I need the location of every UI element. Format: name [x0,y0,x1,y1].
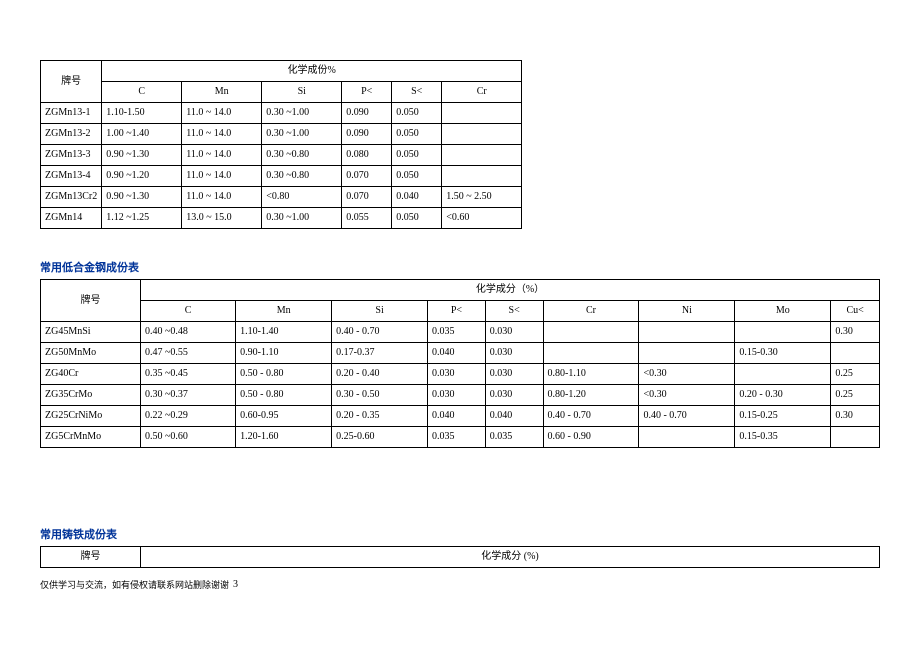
col-si: Si [262,82,342,103]
table-row: ZGMn13-40.90 ~1.2011.0 ~ 14.00.30 ~0.800… [41,166,522,187]
col-ni: Ni [639,301,735,322]
table-row: ZG45MnSi0.40 ~0.481.10-1.400.40 - 0.700.… [41,322,880,343]
col-s: S< [485,301,543,322]
col-mo: Mo [735,301,831,322]
col-p: P< [342,82,392,103]
col-cu: Cu< [831,301,880,322]
col-c: C [102,82,182,103]
table-row: ZG50MnMo0.47 ~0.550.90-1.100.17-0.370.04… [41,343,880,364]
page-number: 3 [233,579,238,590]
col-chem: 化学成份% [102,61,522,82]
col-s: S< [392,82,442,103]
section-title-low-alloy: 常用低合金钢成份表 [40,259,880,275]
col-grade: 牌号 [41,61,102,103]
col-c: C [141,301,236,322]
footer: 仅供学习与交流，如有侵权请联系网站删除谢谢 3 [40,578,880,591]
table-row: ZGMn13-30.90 ~1.3011.0 ~ 14.00.30 ~0.800… [41,145,522,166]
col-chem: 化学成分 (%) [141,547,880,568]
table-row: ZGMn13-11.10-1.5011.0 ~ 14.00.30 ~1.000.… [41,103,522,124]
col-mn: Mn [182,82,262,103]
col-grade: 牌号 [41,547,141,568]
col-mn: Mn [236,301,332,322]
mn-steel-composition-table: 牌号 化学成份% C Mn Si P< S< Cr ZGMn13-11.10-1… [40,60,522,229]
col-grade: 牌号 [41,280,141,322]
table-row: ZGMn141.12 ~1.2513.0 ~ 15.00.30 ~1.000.0… [41,208,522,229]
table-row: ZG35CrMo0.30 ~0.370.50 - 0.800.30 - 0.50… [41,385,880,406]
col-p: P< [428,301,486,322]
table-row: ZGMn13-21.00 ~1.4011.0 ~ 14.00.30 ~1.000… [41,124,522,145]
table-row: ZG5CrMnMo0.50 ~0.601.20-1.600.25-0.600.0… [41,427,880,448]
low-alloy-steel-composition-table: 牌号 化学成分（%） C Mn Si P< S< Cr Ni Mo Cu< ZG… [40,279,880,448]
col-si: Si [332,301,428,322]
col-cr: Cr [442,82,522,103]
section-title-cast-iron: 常用铸铁成份表 [40,526,880,542]
col-cr: Cr [543,301,639,322]
table-row: ZGMn13Cr20.90 ~1.3011.0 ~ 14.0<0.800.070… [41,187,522,208]
footer-text: 仅供学习与交流，如有侵权请联系网站删除谢谢 [40,580,229,590]
table-row: ZG25CrNiMo0.22 ~0.290.60-0.950.20 - 0.35… [41,406,880,427]
col-chem: 化学成分（%） [141,280,880,301]
table-row: ZG40Cr0.35 ~0.450.50 - 0.800.20 - 0.400.… [41,364,880,385]
cast-iron-composition-table: 牌号 化学成分 (%) [40,546,880,568]
